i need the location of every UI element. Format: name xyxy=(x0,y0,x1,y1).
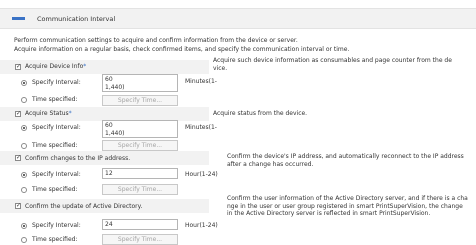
ip-description-2: after a change has occurred. xyxy=(227,161,314,168)
ad-interval-input[interactable]: 24 xyxy=(102,219,178,230)
device-info-description-1: Acquire such device information as consu… xyxy=(213,57,452,64)
ip-interval-input[interactable]: 12 xyxy=(102,168,178,179)
ip-time-label: Time specified: xyxy=(32,186,78,193)
intro-line-2: Acquire information on a regular basis, … xyxy=(14,46,350,53)
section-icon xyxy=(12,17,25,20)
status-checkbox[interactable] xyxy=(15,110,21,117)
status-time-radio[interactable] xyxy=(21,143,27,149)
ad-time-radio[interactable] xyxy=(21,237,27,243)
ad-specify-time-button[interactable]: Specify Time... xyxy=(102,234,178,245)
device-info-time-label: Time specified: xyxy=(32,96,78,103)
ad-checkbox[interactable] xyxy=(15,202,21,209)
device-info-interval-radio[interactable] xyxy=(21,80,27,86)
ip-specify-time-button[interactable]: Specify Time... xyxy=(102,184,178,195)
ad-time-label: Time specified: xyxy=(32,236,78,243)
ip-label: Confirm changes to the IP address. xyxy=(25,155,131,162)
status-interval-input[interactable]: 60 1,440) xyxy=(102,120,178,138)
ad-label: Confirm the update of Active Directory. xyxy=(25,203,143,210)
ad-description-1: Confirm the user information of the Acti… xyxy=(227,195,468,202)
device-info-time-radio[interactable] xyxy=(21,97,27,103)
ip-time-radio[interactable] xyxy=(21,187,27,193)
ip-interval-radio[interactable] xyxy=(21,172,27,178)
ad-unit: Hour(1-24) xyxy=(185,222,218,229)
ip-interval-label: Specify Interval: xyxy=(32,171,81,178)
ip-description-1: Confirm the device's IP address, and aut… xyxy=(227,153,464,160)
device-info-label: Acquire Device Info* xyxy=(25,63,87,70)
ip-checkbox[interactable] xyxy=(15,154,21,161)
ad-description-3: in the Active Directory server is reflec… xyxy=(227,210,431,217)
device-info-checkbox[interactable] xyxy=(15,63,21,70)
device-info-specify-time-button[interactable]: Specify Time... xyxy=(102,95,178,106)
required-mark: * xyxy=(83,63,87,70)
ip-unit: Hour(1-24) xyxy=(185,171,218,178)
device-info-interval-label: Specify Interval: xyxy=(32,79,81,86)
status-description-1: Acquire status from the device. xyxy=(213,110,308,117)
section-header: Communication Interval xyxy=(0,8,476,29)
device-info-unit: Minutes(1- xyxy=(185,78,217,85)
intro-line-1: Perform communication settings to acquir… xyxy=(14,37,298,44)
status-unit: Minutes(1- xyxy=(185,124,217,131)
device-info-description-2: vice. xyxy=(213,65,228,72)
status-label: Acquire Status* xyxy=(25,110,72,117)
required-mark: * xyxy=(68,110,72,117)
status-interval-label: Specify Interval: xyxy=(32,124,81,131)
status-interval-radio[interactable] xyxy=(21,125,27,131)
status-specify-time-button[interactable]: Specify Time... xyxy=(102,140,178,151)
device-info-interval-input[interactable]: 60 1,440) xyxy=(102,74,178,92)
section-title: Communication Interval xyxy=(37,15,116,23)
status-time-label: Time specified: xyxy=(32,142,78,149)
ad-interval-label: Specify Interval: xyxy=(32,222,81,229)
ad-interval-radio[interactable] xyxy=(21,223,27,229)
